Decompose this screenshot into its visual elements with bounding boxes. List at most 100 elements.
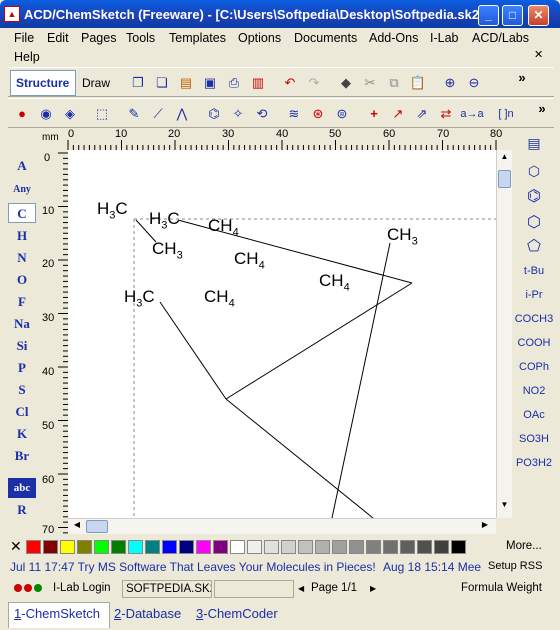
menu-templates[interactable]: Templates <box>169 31 226 45</box>
color-swatch[interactable] <box>349 540 364 554</box>
color-swatch[interactable] <box>162 540 177 554</box>
atom-Br[interactable]: Br <box>8 446 36 466</box>
atom-K[interactable]: K <box>8 424 36 444</box>
text-convert-icon[interactable]: a→a <box>458 104 486 124</box>
menu-edit[interactable]: Edit <box>47 31 69 45</box>
group-ipr[interactable]: i-Pr <box>514 284 554 306</box>
arrow-icon[interactable]: ↗ <box>388 104 408 124</box>
color-swatch[interactable] <box>451 540 466 554</box>
cyclopentane-icon[interactable]: ⬠ <box>514 236 554 258</box>
color-swatch[interactable] <box>315 540 330 554</box>
tab-chemsketch[interactable]: 1-ChemSketch <box>14 606 100 621</box>
color-swatch[interactable] <box>128 540 143 554</box>
atom-any[interactable]: Any <box>8 180 36 200</box>
scroll-left-icon[interactable]: ◀ <box>70 520 84 533</box>
chem-label-ch3[interactable]: CH3 <box>387 225 418 247</box>
group-tbu[interactable]: t-Bu <box>514 260 554 282</box>
benzene-icon[interactable]: ⌬ <box>514 186 554 208</box>
menu-documents[interactable]: Documents <box>294 31 357 45</box>
more-colors-button[interactable]: More... <box>506 540 542 552</box>
document-close-button[interactable]: ✕ <box>534 48 543 61</box>
ticker-item[interactable]: Aug 18 15:14 Mee <box>383 560 481 574</box>
color-swatch[interactable] <box>213 540 228 554</box>
scroll-right-icon[interactable]: ▶ <box>478 520 492 533</box>
chem-label-ch4[interactable]: CH4 <box>234 249 265 271</box>
stereo-icon[interactable]: ⊛ <box>308 104 328 124</box>
atom-P[interactable]: P <box>8 358 36 378</box>
ring-icon[interactable]: ◉ <box>36 104 56 124</box>
atom-A[interactable]: A <box>8 156 36 176</box>
ilab-login-button[interactable]: I-Lab Login <box>50 580 120 598</box>
cut-icon[interactable]: ✂ <box>360 73 380 93</box>
menu-acdlabs[interactable]: ACD/Labs <box>472 31 529 45</box>
ticker-item[interactable]: Jul 11 17:47 Try MS Software That Leaves… <box>10 560 376 574</box>
color-swatch[interactable] <box>145 540 160 554</box>
vertical-scroll-thumb[interactable] <box>498 170 511 188</box>
tab-draw[interactable]: Draw <box>82 76 110 90</box>
zigzag-icon[interactable]: ⋀ <box>172 104 192 124</box>
copy-icon[interactable]: ⧉ <box>384 73 404 93</box>
color-swatch[interactable] <box>281 540 296 554</box>
draw-bond-icon[interactable]: ✎ <box>124 104 144 124</box>
color-swatch[interactable] <box>111 540 126 554</box>
tab-database[interactable]: 2-Database <box>114 606 181 621</box>
benzene-ring-icon[interactable]: ⬡ <box>514 160 554 182</box>
chem-label-ch4[interactable]: CH4 <box>319 271 350 293</box>
atom-O[interactable]: O <box>8 270 36 290</box>
scroll-up-icon[interactable]: ▲ <box>498 152 511 166</box>
menu-file[interactable]: File <box>14 31 34 45</box>
toolbar2-overflow[interactable]: » <box>532 99 552 119</box>
chem-label-h3c[interactable]: H3C <box>97 199 128 221</box>
new-page-icon[interactable]: ❐ <box>128 73 148 93</box>
color-swatch[interactable] <box>332 540 347 554</box>
plus-icon[interactable]: + <box>364 104 384 124</box>
zoom-in-icon[interactable]: ⊕ <box>440 73 460 93</box>
horizontal-scrollbar[interactable]: ◀ ▶ <box>68 518 496 534</box>
structure-drawing[interactable] <box>68 150 496 518</box>
color-swatch[interactable] <box>247 540 262 554</box>
atom-S[interactable]: S <box>8 380 36 400</box>
properties-icon[interactable]: ⊜ <box>332 104 352 124</box>
atom-F[interactable]: F <box>8 292 36 312</box>
reaction-icon[interactable]: ⇗ <box>412 104 432 124</box>
save-icon[interactable]: ▣ <box>200 73 220 93</box>
color-swatch[interactable] <box>400 540 415 554</box>
vertical-scrollbar[interactable]: ▲ ▼ <box>496 150 512 518</box>
color-swatch[interactable] <box>230 540 245 554</box>
scroll-down-icon[interactable]: ▼ <box>498 500 511 514</box>
cyclohexane-icon[interactable]: ⬡ <box>514 212 554 234</box>
drawing-canvas[interactable]: H3C H3C CH4 CH3 CH4 CH3 CH4 H3C CH4 <box>68 150 496 518</box>
menu-tools[interactable]: Tools <box>126 31 155 45</box>
zoom-out-icon[interactable]: ⊖ <box>464 73 484 93</box>
color-swatch[interactable] <box>298 540 313 554</box>
group-no2[interactable]: NO2 <box>514 380 554 402</box>
chem-label-h3c[interactable]: H3C <box>149 209 180 231</box>
atom-Si[interactable]: Si <box>8 336 36 356</box>
atom-R[interactable]: R <box>8 500 36 520</box>
app-icon[interactable]: ▲ <box>4 6 20 22</box>
undo-icon[interactable]: ↶ <box>280 73 300 93</box>
text-tool[interactable]: abc <box>8 478 36 498</box>
atom-icon[interactable]: ● <box>12 104 32 124</box>
minimize-button[interactable]: _ <box>478 5 499 26</box>
group-coph[interactable]: COPh <box>514 356 554 378</box>
clean-icon[interactable]: ✧ <box>228 104 248 124</box>
chem-label-ch4[interactable]: CH4 <box>208 216 239 238</box>
equilibrium-icon[interactable]: ⇄ <box>436 104 456 124</box>
atom-Cl[interactable]: Cl <box>8 402 36 422</box>
color-swatch[interactable] <box>417 540 432 554</box>
color-swatch[interactable] <box>43 540 58 554</box>
menu-ilab[interactable]: I-Lab <box>430 31 459 45</box>
color-swatch[interactable] <box>60 540 75 554</box>
atom-Na[interactable]: Na <box>8 314 36 334</box>
group-coch3[interactable]: COCH3 <box>514 308 554 330</box>
color-swatch[interactable] <box>179 540 194 554</box>
tab-structure[interactable]: Structure <box>16 76 69 90</box>
chem-label-h3c[interactable]: H3C <box>124 287 155 309</box>
color-swatch[interactable] <box>264 540 279 554</box>
open-icon[interactable]: ▤ <box>176 73 196 93</box>
chem-label-ch3[interactable]: CH3 <box>152 239 183 261</box>
color-swatch[interactable] <box>366 540 381 554</box>
horizontal-scroll-thumb[interactable] <box>86 520 108 533</box>
no-color-icon[interactable]: ✕ <box>10 538 22 555</box>
